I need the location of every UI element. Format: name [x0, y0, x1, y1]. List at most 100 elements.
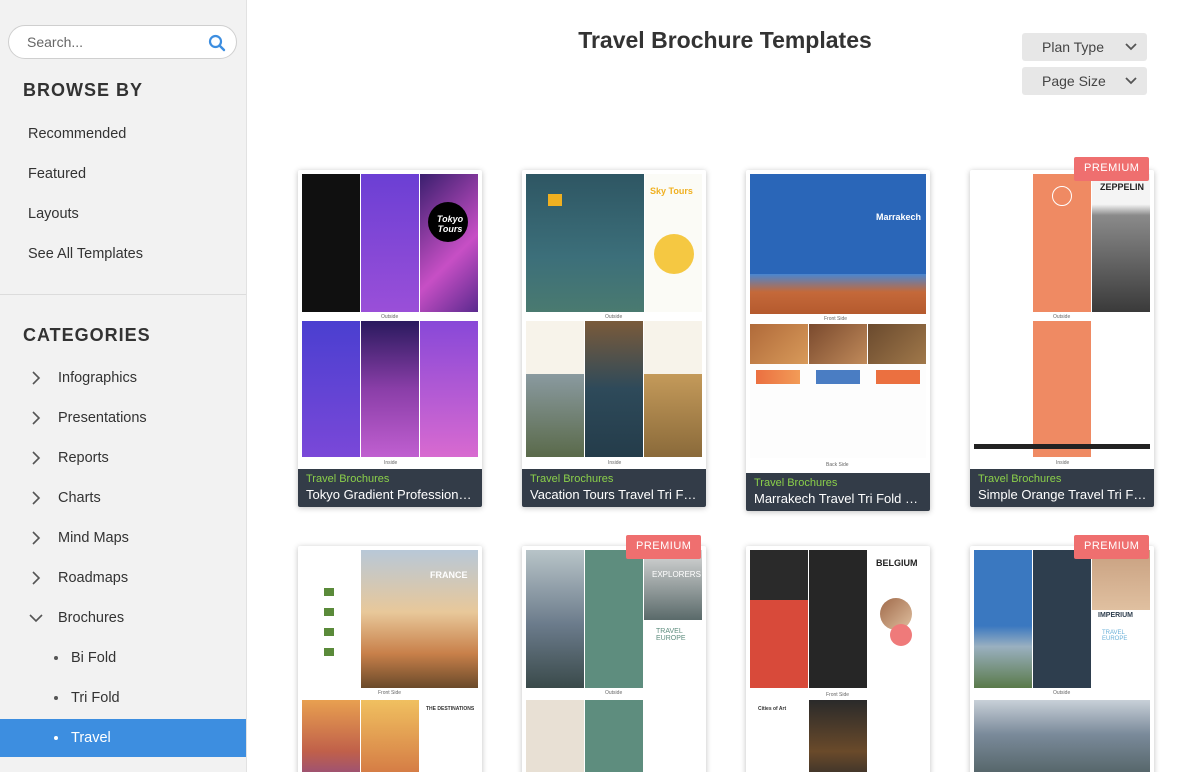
thumb-label: Outside: [1053, 314, 1071, 320]
card-caption: Travel Brochures Tokyo Gradient Professi…: [298, 469, 482, 507]
template-thumbnail: ZEPPELIN Outside Inside: [974, 174, 1150, 468]
chevron-right-icon: [32, 371, 41, 385]
nav-item-layouts[interactable]: Layouts: [28, 206, 79, 222]
category-mind-maps[interactable]: Mind Maps: [0, 520, 246, 556]
template-card[interactable]: EXPLORERS TRAVEL EUROPE Outside: [522, 546, 706, 772]
card-caption: Travel Brochures Vacation Tours Travel T…: [522, 469, 706, 507]
category-label: Charts: [58, 490, 101, 506]
category-charts[interactable]: Charts: [0, 480, 246, 516]
chevron-down-icon: [29, 614, 43, 623]
thumb-label: Inside: [384, 460, 398, 466]
template-thumbnail: BELGIUM Front Side Cities of Art: [750, 550, 926, 772]
thumb-label: Front Side: [824, 316, 848, 322]
template-thumbnail: IMPERIUM TRAVEL EUROPE Outside: [974, 550, 1150, 772]
browse-by-heading: BROWSE BY: [23, 80, 144, 100]
thumb-label: Outside: [381, 314, 399, 320]
thumb-label: Cities of Art: [758, 706, 787, 712]
thumb-title: FRANCE: [430, 570, 468, 580]
chevron-right-icon: [32, 531, 41, 545]
chevron-down-icon: [1125, 77, 1137, 85]
thumb-title: Tokyo Tours: [436, 214, 464, 234]
dropdown-label: Plan Type: [1042, 39, 1105, 55]
template-card[interactable]: IMPERIUM TRAVEL EUROPE Outside: [970, 546, 1154, 772]
bullet-dot: [54, 736, 58, 740]
template-thumbnail: Tokyo Tours Outside Inside: [302, 174, 478, 468]
card-caption: Travel Brochures Simple Orange Travel Tr…: [970, 469, 1154, 507]
card-category: Travel Brochures: [306, 473, 390, 485]
bullet-dot: [54, 656, 58, 660]
card-title: Vacation Tours Travel Tri Fold Brochure: [530, 487, 700, 502]
chevron-right-icon: [32, 491, 41, 505]
card-category: Travel Brochures: [530, 473, 614, 485]
card-category: Travel Brochures: [754, 477, 838, 489]
category-roadmaps[interactable]: Roadmaps: [0, 560, 246, 596]
category-label: Presentations: [58, 410, 147, 426]
search-box[interactable]: [8, 25, 237, 59]
thumb-label: Front Side: [826, 692, 850, 698]
thumb-title: IMPERIUM: [1098, 612, 1133, 619]
dropdown-label: Page Size: [1042, 73, 1106, 89]
category-label: Reports: [58, 450, 109, 466]
premium-badge: PREMIUM: [1074, 157, 1150, 181]
thumb-title: EXPLORERS: [652, 570, 701, 579]
sidebar: BROWSE BY Recommended Featured Layouts S…: [0, 0, 247, 772]
template-card[interactable]: FRANCE Front Side THE DESTINATIONS: [298, 546, 482, 772]
thumb-label: Outside: [1053, 690, 1071, 696]
category-infographics[interactable]: Infographics: [0, 360, 246, 396]
subcategory-label: Tri Fold: [71, 690, 120, 706]
template-thumbnail: Sky Tours Outside Inside: [526, 174, 702, 468]
card-category: Travel Brochures: [978, 473, 1062, 485]
thumb-label: Back Side: [826, 462, 849, 468]
template-card[interactable]: Sky Tours Outside Inside Travel Brochure…: [522, 170, 706, 507]
sidebar-divider: [0, 294, 246, 295]
categories-heading: CATEGORIES: [23, 325, 151, 345]
thumb-title: Marrakech: [876, 212, 922, 222]
page-title: Travel Brochure Templates: [578, 27, 872, 53]
thumb-label: Inside: [608, 460, 622, 466]
thumb-label: Front Side: [378, 690, 402, 696]
thumb-label: THE DESTINATIONS: [426, 706, 475, 712]
nav-item-recommended[interactable]: Recommended: [28, 126, 126, 142]
thumb-label: Outside: [605, 690, 623, 696]
template-card[interactable]: Marrakech Front Side Back Side Travel Br…: [746, 170, 930, 511]
template-thumbnail: EXPLORERS TRAVEL EUROPE Outside: [526, 550, 702, 772]
category-label: Mind Maps: [58, 530, 129, 546]
thumb-title: ZEPPELIN: [1100, 182, 1145, 192]
category-brochures[interactable]: Brochures: [0, 600, 246, 636]
chevron-right-icon: [32, 411, 41, 425]
subcategory-tri-fold[interactable]: Tri Fold: [0, 679, 246, 717]
thumb-label: TRAVEL EUROPE: [656, 628, 686, 642]
template-card[interactable]: ZEPPELIN Outside Inside Travel Brochures…: [970, 170, 1154, 507]
card-title: Tokyo Gradient Professional Travel Tri F…: [306, 487, 476, 502]
thumb-label: Outside: [605, 314, 623, 320]
chevron-right-icon: [32, 571, 41, 585]
template-thumbnail: FRANCE Front Side THE DESTINATIONS: [302, 550, 478, 772]
subcategory-travel[interactable]: Travel: [0, 719, 246, 757]
premium-badge: PREMIUM: [626, 535, 702, 559]
template-card[interactable]: BELGIUM Front Side Cities of Art: [746, 546, 930, 772]
nav-item-featured[interactable]: Featured: [28, 166, 86, 182]
plan-type-dropdown[interactable]: Plan Type: [1022, 33, 1147, 61]
thumb-title: Sky Tours: [650, 186, 693, 196]
card-caption: Travel Brochures Marrakech Travel Tri Fo…: [746, 473, 930, 511]
subcategory-bi-fold[interactable]: Bi Fold: [0, 639, 246, 677]
subcategory-label: Bi Fold: [71, 650, 117, 666]
search-input[interactable]: [27, 26, 197, 58]
category-presentations[interactable]: Presentations: [0, 400, 246, 436]
premium-badge: PREMIUM: [1074, 535, 1150, 559]
subcategory-label: Travel: [71, 730, 111, 746]
category-label: Roadmaps: [58, 570, 129, 586]
thumb-title: BELGIUM: [876, 558, 918, 568]
page-size-dropdown[interactable]: Page Size: [1022, 67, 1147, 95]
nav-item-see-all-templates[interactable]: See All Templates: [28, 246, 143, 262]
template-card[interactable]: Tokyo Tours Outside Inside Travel Brochu…: [298, 170, 482, 507]
category-reports[interactable]: Reports: [0, 440, 246, 476]
template-thumbnail: Marrakech Front Side Back Side: [750, 174, 926, 472]
chevron-down-icon: [1125, 43, 1137, 51]
card-title: Simple Orange Travel Tri Fold Brochure: [978, 487, 1148, 502]
thumb-label: TRAVEL EUROPE: [1102, 630, 1128, 642]
bullet-dot: [54, 696, 58, 700]
search-icon[interactable]: [208, 34, 226, 52]
category-label: Brochures: [58, 610, 125, 626]
card-title: Marrakech Travel Tri Fold Brochure: [754, 491, 924, 506]
